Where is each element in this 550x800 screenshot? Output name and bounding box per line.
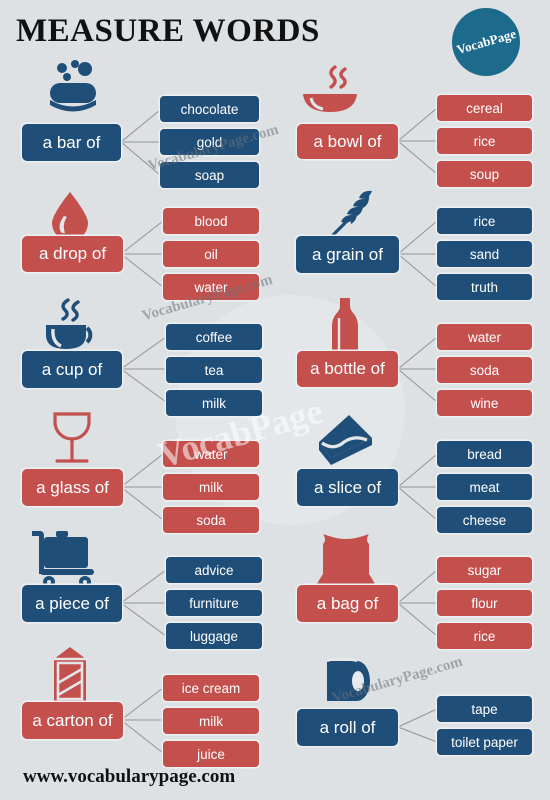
- vocabpage-logo: VocabPage: [452, 8, 520, 76]
- item-box-toilet-paper[interactable]: toilet paper: [437, 729, 532, 755]
- item-box-milk-cup[interactable]: milk: [166, 390, 262, 416]
- measure-box-a-bottle-of[interactable]: a bottle of: [297, 351, 398, 387]
- milk-carton-icon: [45, 645, 95, 707]
- item-box-ice-cream[interactable]: ice cream: [163, 675, 259, 701]
- luggage-cart-icon: [28, 527, 106, 589]
- item-box-rice-grain[interactable]: rice: [437, 208, 532, 234]
- item-box-luggage[interactable]: luggage: [166, 623, 262, 649]
- item-box-tape[interactable]: tape: [437, 696, 532, 722]
- item-box-chocolate[interactable]: chocolate: [160, 96, 259, 122]
- water-drop-icon: [48, 190, 92, 242]
- measure-box-a-carton-of[interactable]: a carton of: [22, 702, 123, 739]
- measure-box-a-cup-of[interactable]: a cup of: [22, 351, 122, 388]
- infographic-page: MEASURE WORDS VocabPage VocabularyPage.c…: [0, 0, 550, 800]
- measure-box-a-bowl-of[interactable]: a bowl of: [297, 124, 398, 159]
- measure-box-a-bag-of[interactable]: a bag of: [297, 585, 398, 622]
- measure-box-a-slice-of[interactable]: a slice of: [297, 469, 398, 506]
- item-box-milk-carton[interactable]: milk: [163, 708, 259, 734]
- measure-box-a-grain-of[interactable]: a grain of: [296, 236, 399, 273]
- item-box-flour[interactable]: flour: [437, 590, 532, 616]
- item-box-soap[interactable]: soap: [160, 162, 259, 188]
- item-box-coffee[interactable]: coffee: [166, 324, 262, 350]
- item-box-gold[interactable]: gold: [160, 129, 259, 155]
- item-box-juice[interactable]: juice: [163, 741, 259, 767]
- page-title: MEASURE WORDS: [16, 13, 320, 49]
- item-box-bread[interactable]: bread: [437, 441, 532, 467]
- item-box-tea[interactable]: tea: [166, 357, 262, 383]
- item-box-milk-glass[interactable]: milk: [163, 474, 259, 500]
- measure-box-a-drop-of[interactable]: a drop of: [22, 236, 123, 272]
- logo-label: VocabPage: [454, 25, 518, 58]
- item-box-blood[interactable]: blood: [163, 208, 259, 234]
- soap-bar-icon: [40, 58, 106, 118]
- coffee-cup-icon: [38, 297, 108, 355]
- item-box-rice[interactable]: rice: [437, 128, 532, 154]
- item-box-advice[interactable]: advice: [166, 557, 262, 583]
- measure-box-a-piece-of[interactable]: a piece of: [22, 585, 122, 622]
- item-box-sugar[interactable]: sugar: [437, 557, 532, 583]
- item-box-water-glass[interactable]: water: [163, 441, 259, 467]
- item-box-water-bottle[interactable]: water: [437, 324, 532, 350]
- measure-box-a-bar-of[interactable]: a bar of: [22, 124, 121, 161]
- item-box-cheese[interactable]: cheese: [437, 507, 532, 533]
- measure-box-a-glass-of[interactable]: a glass of: [22, 469, 123, 506]
- bottle-icon: [325, 296, 365, 358]
- sack-bag-icon: [313, 530, 379, 588]
- item-box-furniture[interactable]: furniture: [166, 590, 262, 616]
- item-box-soda-glass[interactable]: soda: [163, 507, 259, 533]
- item-box-soda[interactable]: soda: [437, 357, 532, 383]
- cake-slice-icon: [315, 412, 375, 467]
- footer-url: www.vocabularypage.com: [23, 766, 236, 787]
- item-box-oil[interactable]: oil: [163, 241, 259, 267]
- item-box-rice-bag[interactable]: rice: [437, 623, 532, 649]
- item-box-sand[interactable]: sand: [437, 241, 532, 267]
- item-box-cereal[interactable]: cereal: [437, 95, 532, 121]
- item-box-wine[interactable]: wine: [437, 390, 532, 416]
- measure-box-a-roll-of[interactable]: a roll of: [297, 709, 398, 746]
- item-box-soup[interactable]: soup: [437, 161, 532, 187]
- wheat-grain-icon: [322, 188, 382, 242]
- item-box-water[interactable]: water: [163, 274, 259, 300]
- paper-roll-icon: [322, 653, 384, 708]
- item-box-meat[interactable]: meat: [437, 474, 532, 500]
- wine-glass-icon: [46, 410, 98, 468]
- soup-bowl-icon: [297, 64, 363, 118]
- item-box-truth[interactable]: truth: [437, 274, 532, 300]
